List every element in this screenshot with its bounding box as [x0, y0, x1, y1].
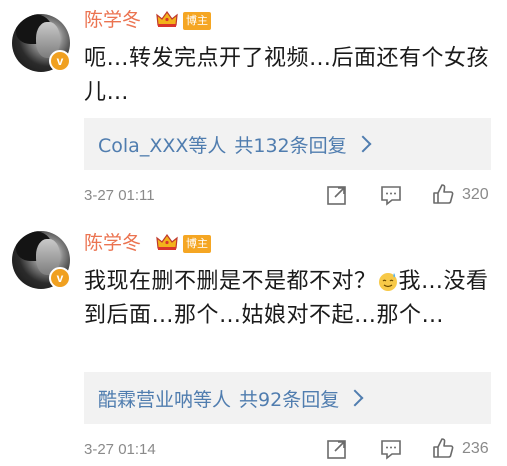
- verified-icon: v: [49, 267, 71, 289]
- reply-names: Cola_XXX等人: [98, 134, 227, 157]
- chevron-right-icon: [346, 389, 364, 407]
- like-icon[interactable]: [432, 183, 454, 205]
- author-badge: 博主: [183, 235, 211, 253]
- username[interactable]: 陈学冬: [84, 8, 141, 32]
- like-count: 320: [462, 186, 489, 203]
- sweat-smile-emoji: [378, 273, 397, 291]
- comment-icon[interactable]: [380, 184, 402, 206]
- verified-icon: v: [49, 50, 71, 72]
- timestamp: 3-27 01:14: [84, 441, 156, 458]
- like-count: 236: [462, 440, 489, 457]
- comment-item: v 陈学冬 博主 我现在删不删是不是都不对？ 我…没看到后面…那个…姑娘对不起……: [0, 225, 507, 466]
- chevron-right-icon: [354, 135, 372, 153]
- like-icon[interactable]: [432, 437, 454, 459]
- comment-text-part: 我现在删不删是不是都不对？: [84, 269, 377, 294]
- username[interactable]: 陈学冬: [84, 231, 141, 255]
- reply-count: 共132条回复: [234, 134, 347, 157]
- crown-icon: [156, 10, 178, 27]
- reply-count: 共92条回复: [239, 388, 340, 411]
- replies-link[interactable]: 酷霖营业呐等人 共92条回复: [84, 372, 491, 424]
- repost-icon[interactable]: [326, 184, 348, 206]
- timestamp: 3-27 01:11: [84, 187, 155, 204]
- reply-names: 酷霖营业呐等人: [98, 388, 232, 411]
- comment-item: v 陈学冬 博主 呃…转发完点开了视频…后面还有个女孩儿… Cola_XXX等人…: [0, 0, 507, 225]
- comment-text: 呃…转发完点开了视频…后面还有个女孩儿…: [84, 46, 490, 105]
- repost-icon[interactable]: [326, 438, 348, 460]
- comment-text: 我现在删不删是不是都不对？ 我…没看到后面…那个…姑娘对不起…那个…: [84, 265, 494, 333]
- replies-link[interactable]: Cola_XXX等人 共132条回复: [84, 118, 491, 170]
- crown-icon: [156, 233, 178, 250]
- author-badge: 博主: [183, 12, 211, 30]
- comment-icon[interactable]: [380, 438, 402, 460]
